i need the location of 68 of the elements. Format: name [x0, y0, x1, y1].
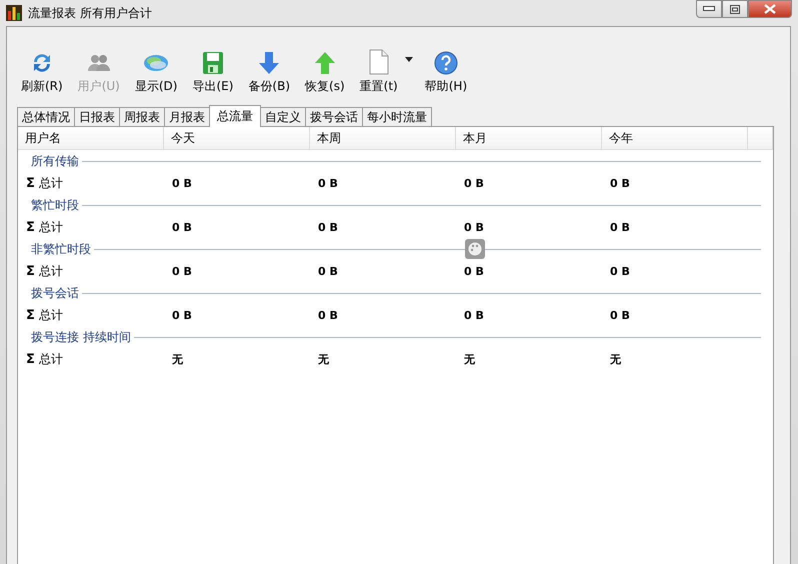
table-cell: 0 B — [172, 264, 192, 278]
group-heading: 拨号会话 — [31, 284, 79, 302]
table-cell: 0 B — [610, 176, 630, 190]
sigma-icon: Σ — [26, 352, 35, 366]
tab[interactable]: 月报表 — [164, 107, 210, 126]
tab[interactable]: 总流量 — [209, 105, 261, 127]
table-cell: 0 B — [172, 308, 192, 322]
close-button[interactable] — [748, 0, 792, 18]
table-cell: 0 B — [464, 264, 484, 278]
table-cell: 0 B — [318, 308, 338, 322]
table-cell: 无 — [318, 352, 329, 366]
close-icon — [764, 4, 776, 14]
down-arrow-icon — [257, 51, 282, 75]
up-arrow-icon — [312, 51, 337, 75]
table-cell: 总计 — [38, 306, 63, 324]
minimize-button[interactable] — [696, 0, 722, 18]
toolbar-button[interactable]: 备份(B) — [244, 43, 294, 95]
sigma-icon: Σ — [26, 264, 35, 278]
table-cell: 0 B — [610, 264, 630, 278]
help-icon — [434, 51, 458, 75]
maximize-button[interactable] — [722, 0, 748, 18]
sigma-icon: Σ — [26, 220, 35, 234]
maximize-icon — [730, 4, 740, 14]
table-cell: 无 — [610, 352, 621, 366]
toolbar-button[interactable]: 导出(E) — [188, 43, 238, 95]
table-cell: 无 — [172, 352, 183, 366]
tab[interactable]: 日报表 — [74, 107, 120, 126]
table-cell: 0 B — [318, 176, 338, 190]
group-heading: 拨号连接 持续时间 — [31, 328, 131, 346]
column-header[interactable]: 用户名 — [18, 127, 164, 150]
toolbar-button[interactable]: 显示(D) — [130, 43, 182, 95]
toolbar-button[interactable]: 帮助(H) — [420, 43, 472, 95]
table-cell: 总计 — [38, 262, 63, 280]
toolbar-button[interactable]: 恢复(s) — [301, 43, 349, 95]
column-header[interactable]: 本周 — [310, 127, 456, 150]
blank-document-icon — [368, 49, 390, 75]
table-cell: 0 B — [172, 220, 192, 234]
table-cell: 无 — [464, 352, 475, 366]
column-header[interactable]: 本月 — [456, 127, 602, 150]
tab[interactable]: 自定义 — [260, 107, 306, 126]
table-cell: 0 B — [464, 308, 484, 322]
group-heading: 所有传输 — [31, 152, 79, 170]
column-header[interactable]: 今年 — [602, 127, 748, 150]
table-cell: 0 B — [610, 220, 630, 234]
minimize-icon — [703, 6, 715, 12]
column-header[interactable]: 今天 — [164, 127, 310, 150]
tab[interactable]: 每小时流量 — [362, 107, 432, 126]
table-cell: 0 B — [464, 176, 484, 190]
tab[interactable]: 周报表 — [119, 107, 165, 126]
table-cell: 0 B — [464, 220, 484, 234]
window-title: 流量报表 所有用户合计 — [28, 4, 152, 22]
table-cell: 总计 — [38, 218, 63, 236]
group-heading: 繁忙时段 — [31, 196, 79, 214]
tab[interactable]: 拨号会话 — [305, 107, 363, 126]
dropdown-caret-icon[interactable] — [404, 56, 413, 62]
table-cell: 总计 — [38, 174, 63, 192]
table-cell: 0 B — [318, 264, 338, 278]
toolbar-button[interactable]: 重置(t) — [356, 43, 402, 95]
table-cell: 0 B — [610, 308, 630, 322]
group-heading: 非繁忙时段 — [31, 240, 91, 258]
bar-chart-icon — [6, 5, 22, 21]
table-cell: 总计 — [38, 350, 63, 368]
table-cell: 0 B — [172, 176, 192, 190]
toolbar-button[interactable]: 刷新(R) — [17, 43, 67, 95]
sigma-icon: Σ — [26, 176, 35, 190]
tab[interactable]: 总体情况 — [17, 107, 75, 126]
sigma-icon: Σ — [26, 308, 35, 322]
table-cell: 0 B — [318, 220, 338, 234]
